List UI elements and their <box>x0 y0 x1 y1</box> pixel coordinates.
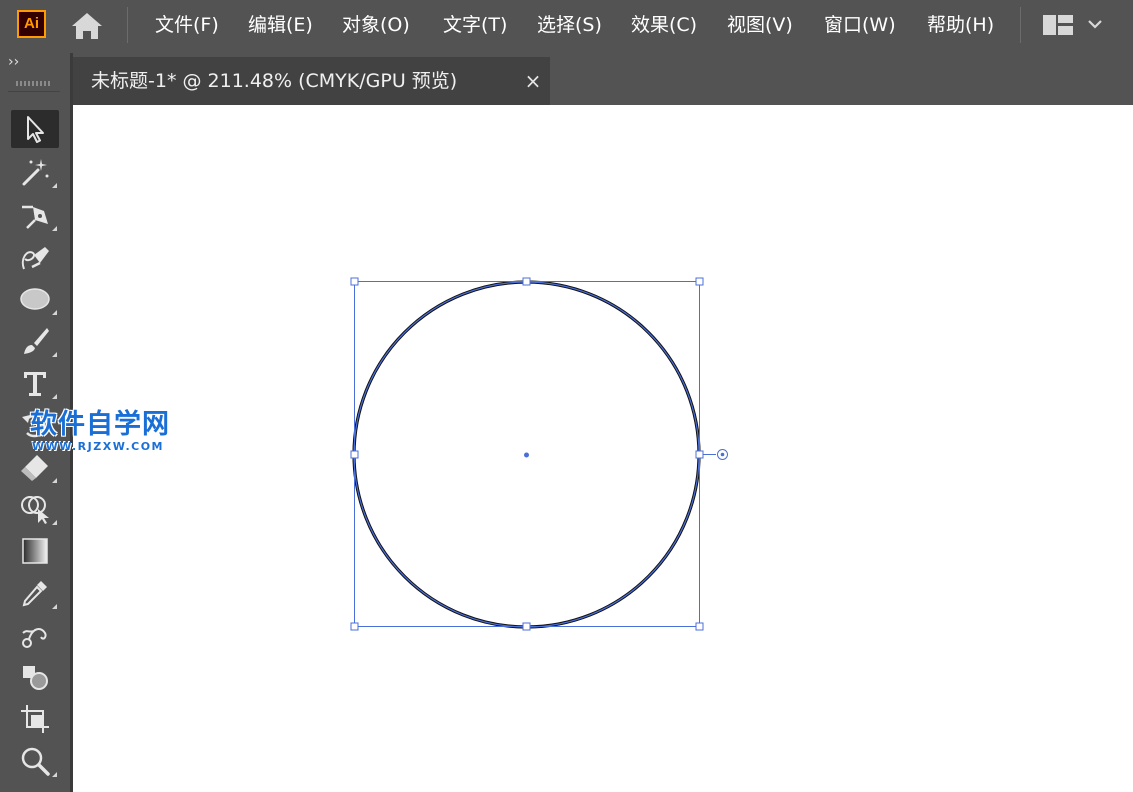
panel-divider <box>8 91 60 92</box>
menu-effect[interactable]: 效果(C) <box>631 10 697 40</box>
document-tabs: 未标题-1* @ 211.48% (CMYK/GPU 预览) × <box>73 53 1133 105</box>
handle-bottom-center[interactable] <box>522 622 531 631</box>
artboard-canvas[interactable] <box>73 105 1133 792</box>
handle-bottom-right[interactable] <box>695 622 704 631</box>
watermark: 软件自学网 WWW.RJZXW.COM <box>30 408 180 454</box>
ellipse-icon <box>20 288 50 310</box>
pen-tool[interactable] <box>11 196 59 234</box>
center-point <box>524 452 529 458</box>
tool-group-indicator <box>52 520 57 525</box>
magic-wand-icon <box>22 159 49 186</box>
curvature-pen-icon <box>21 247 49 270</box>
blend-icon <box>22 628 47 648</box>
tool-group-indicator <box>52 352 57 357</box>
type-tool[interactable] <box>11 364 59 402</box>
handle-middle-right[interactable] <box>695 450 704 459</box>
menu-object[interactable]: 对象(O) <box>342 10 410 40</box>
shape-builder-icon <box>21 496 49 524</box>
menu-bar: Ai 文件(F) 编辑(E) 对象(O) 文字(T) 选择(S) 效果(C) 视… <box>0 0 1133 53</box>
eyedropper-tool[interactable] <box>11 574 59 612</box>
tool-group-indicator <box>52 226 57 231</box>
handle-top-center[interactable] <box>522 277 531 286</box>
blend-tool[interactable] <box>11 616 59 654</box>
canvas-artwork <box>350 277 728 631</box>
tool-group-indicator <box>52 183 57 188</box>
selection-tool[interactable] <box>11 110 59 148</box>
chevron-down-icon[interactable] <box>1086 16 1104 32</box>
type-icon <box>24 372 46 396</box>
menu-edit[interactable]: 编辑(E) <box>248 10 313 40</box>
handle-middle-left[interactable] <box>350 450 359 459</box>
tool-group-indicator <box>52 478 57 483</box>
collapse-panel-icon[interactable]: ›› <box>8 54 19 70</box>
document-tab[interactable]: 未标题-1* @ 211.48% (CMYK/GPU 预览) × <box>73 57 550 105</box>
menu-window[interactable]: 窗口(W) <box>824 10 896 40</box>
fill-stroke-tool[interactable] <box>11 658 59 696</box>
paintbrush-tool[interactable] <box>11 322 59 360</box>
magic-wand-tool[interactable] <box>11 153 59 191</box>
handle-top-right[interactable] <box>695 277 704 286</box>
artboard-icon <box>21 705 49 733</box>
gradient-tool[interactable] <box>11 532 59 570</box>
fill-stroke-icon <box>23 666 48 690</box>
zoom-tool[interactable] <box>11 742 59 780</box>
menu-file[interactable]: 文件(F) <box>155 10 219 40</box>
document-tab-title: 未标题-1* @ 211.48% (CMYK/GPU 预览) <box>91 70 458 92</box>
app-logo[interactable]: Ai <box>17 10 46 38</box>
brush-icon <box>24 328 49 354</box>
ellipse-tool[interactable] <box>11 280 59 318</box>
workspace-layout-icon[interactable] <box>1042 14 1074 36</box>
menu-type[interactable]: 文字(T) <box>443 10 507 40</box>
handle-bottom-left[interactable] <box>350 622 359 631</box>
handle-top-left[interactable] <box>350 277 359 286</box>
gradient-icon <box>22 538 48 564</box>
tool-group-indicator <box>52 772 57 777</box>
menu-select[interactable]: 选择(S) <box>537 10 602 40</box>
tool-group-indicator <box>52 394 57 399</box>
panel-grip[interactable] <box>16 81 50 86</box>
watermark-title: 软件自学网 <box>30 409 170 440</box>
menu-view[interactable]: 视图(V) <box>727 10 793 40</box>
menu-help[interactable]: 帮助(H) <box>927 10 994 40</box>
close-icon[interactable]: × <box>522 69 544 93</box>
eraser-icon <box>21 455 48 481</box>
menu-divider <box>127 7 128 43</box>
curvature-tool[interactable] <box>11 238 59 276</box>
shape-builder-tool[interactable] <box>11 490 59 528</box>
tool-group-indicator <box>52 604 57 609</box>
tool-group-indicator <box>52 310 57 315</box>
home-icon[interactable] <box>70 11 104 41</box>
arrow-icon <box>27 116 44 143</box>
menu-divider <box>1020 7 1021 43</box>
eyedropper-icon <box>22 581 47 607</box>
zoom-icon <box>21 747 50 776</box>
pen-icon <box>22 205 48 229</box>
pie-widget-dot <box>720 452 725 457</box>
artboard-tool[interactable] <box>11 700 59 738</box>
watermark-url: WWW.RJZXW.COM <box>32 440 164 453</box>
